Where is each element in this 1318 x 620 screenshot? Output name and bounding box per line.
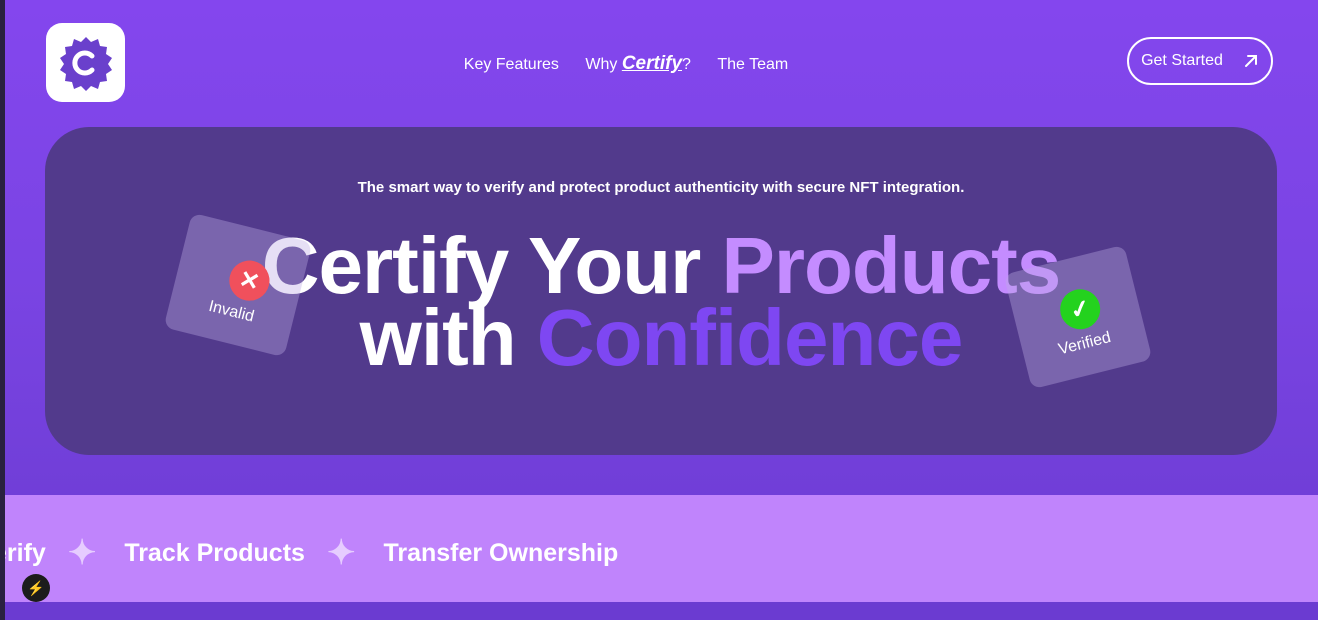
marquee-item: Transfer Ownership xyxy=(383,538,619,567)
invalid-label: Invalid xyxy=(206,297,256,326)
nav-the-team[interactable]: The Team xyxy=(717,56,788,73)
marquee-item: Track Products xyxy=(124,538,305,567)
features-marquee: erify ✦ Track Products ✦ Transfer Owners… xyxy=(5,495,1318,602)
top-navigation: Key Features Why Certify? The Team Get S… xyxy=(0,0,1318,126)
marquee-item: erify xyxy=(5,538,46,567)
nav-why-certify[interactable]: Why Certify? xyxy=(585,53,691,74)
nav-why-prefix: Why xyxy=(585,56,622,73)
lightning-icon[interactable]: ⚡ xyxy=(22,574,50,602)
get-started-label: Get Started xyxy=(1141,52,1223,69)
nav-key-features[interactable]: Key Features xyxy=(464,56,559,73)
next-section-edge xyxy=(5,602,1318,620)
headline-line2-b: Confidence xyxy=(536,293,964,382)
nav-why-suffix: ? xyxy=(682,56,691,73)
sparkle-icon: ✦ xyxy=(326,534,356,572)
invalid-badge-icon: ✕ xyxy=(225,256,274,305)
sparkle-icon: ✦ xyxy=(67,534,97,572)
nav-why-brand: Certify xyxy=(621,53,683,74)
marquee-track: erify ✦ Track Products ✦ Transfer Owners… xyxy=(5,533,618,573)
arrow-up-right-icon xyxy=(1244,55,1257,67)
verified-badge-icon: ✓ xyxy=(1055,284,1105,334)
get-started-button[interactable]: Get Started xyxy=(1127,37,1273,85)
hero-tagline: The smart way to verify and protect prod… xyxy=(357,179,965,196)
headline-line2-a: with xyxy=(359,293,537,382)
nav-links: Key Features Why Certify? The Team xyxy=(0,53,1252,75)
